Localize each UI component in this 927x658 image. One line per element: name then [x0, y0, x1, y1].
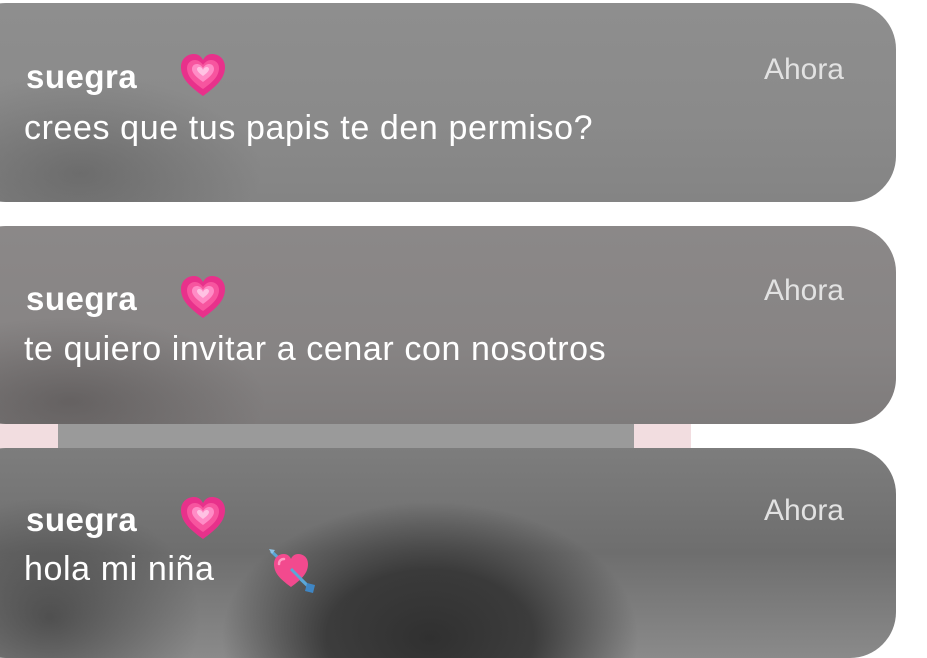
heart-with-arrow-icon [269, 549, 315, 593]
background-strip-gray [58, 423, 634, 449]
notification-message: te quiero invitar a cenar con nosotros [24, 330, 607, 368]
notification-message: crees que tus papis te den permiso? [24, 109, 594, 147]
notification-card[interactable]: suegra Ahora te quiero invitar a cenar c… [0, 226, 896, 424]
notification-sender: suegra [26, 58, 138, 95]
sparkling-heart-icon [181, 497, 225, 539]
notification-time: Ahora [763, 53, 844, 86]
notification-card[interactable]: suegra Ahora crees que tus papis te den … [0, 3, 896, 202]
notification-sender: suegra [26, 501, 138, 538]
background-strip-pink-right [634, 423, 691, 449]
notification-message: hola mi niña [24, 550, 215, 588]
notification-time: Ahora [763, 494, 844, 527]
background-strip-pink-left [0, 423, 58, 449]
notification-card[interactable]: suegra Ahora hola mi niña [0, 448, 896, 658]
notification-sender: suegra [26, 280, 138, 317]
sparkling-heart-icon [181, 54, 225, 96]
sparkling-heart-icon [181, 276, 225, 318]
notification-time: Ahora [763, 274, 844, 307]
